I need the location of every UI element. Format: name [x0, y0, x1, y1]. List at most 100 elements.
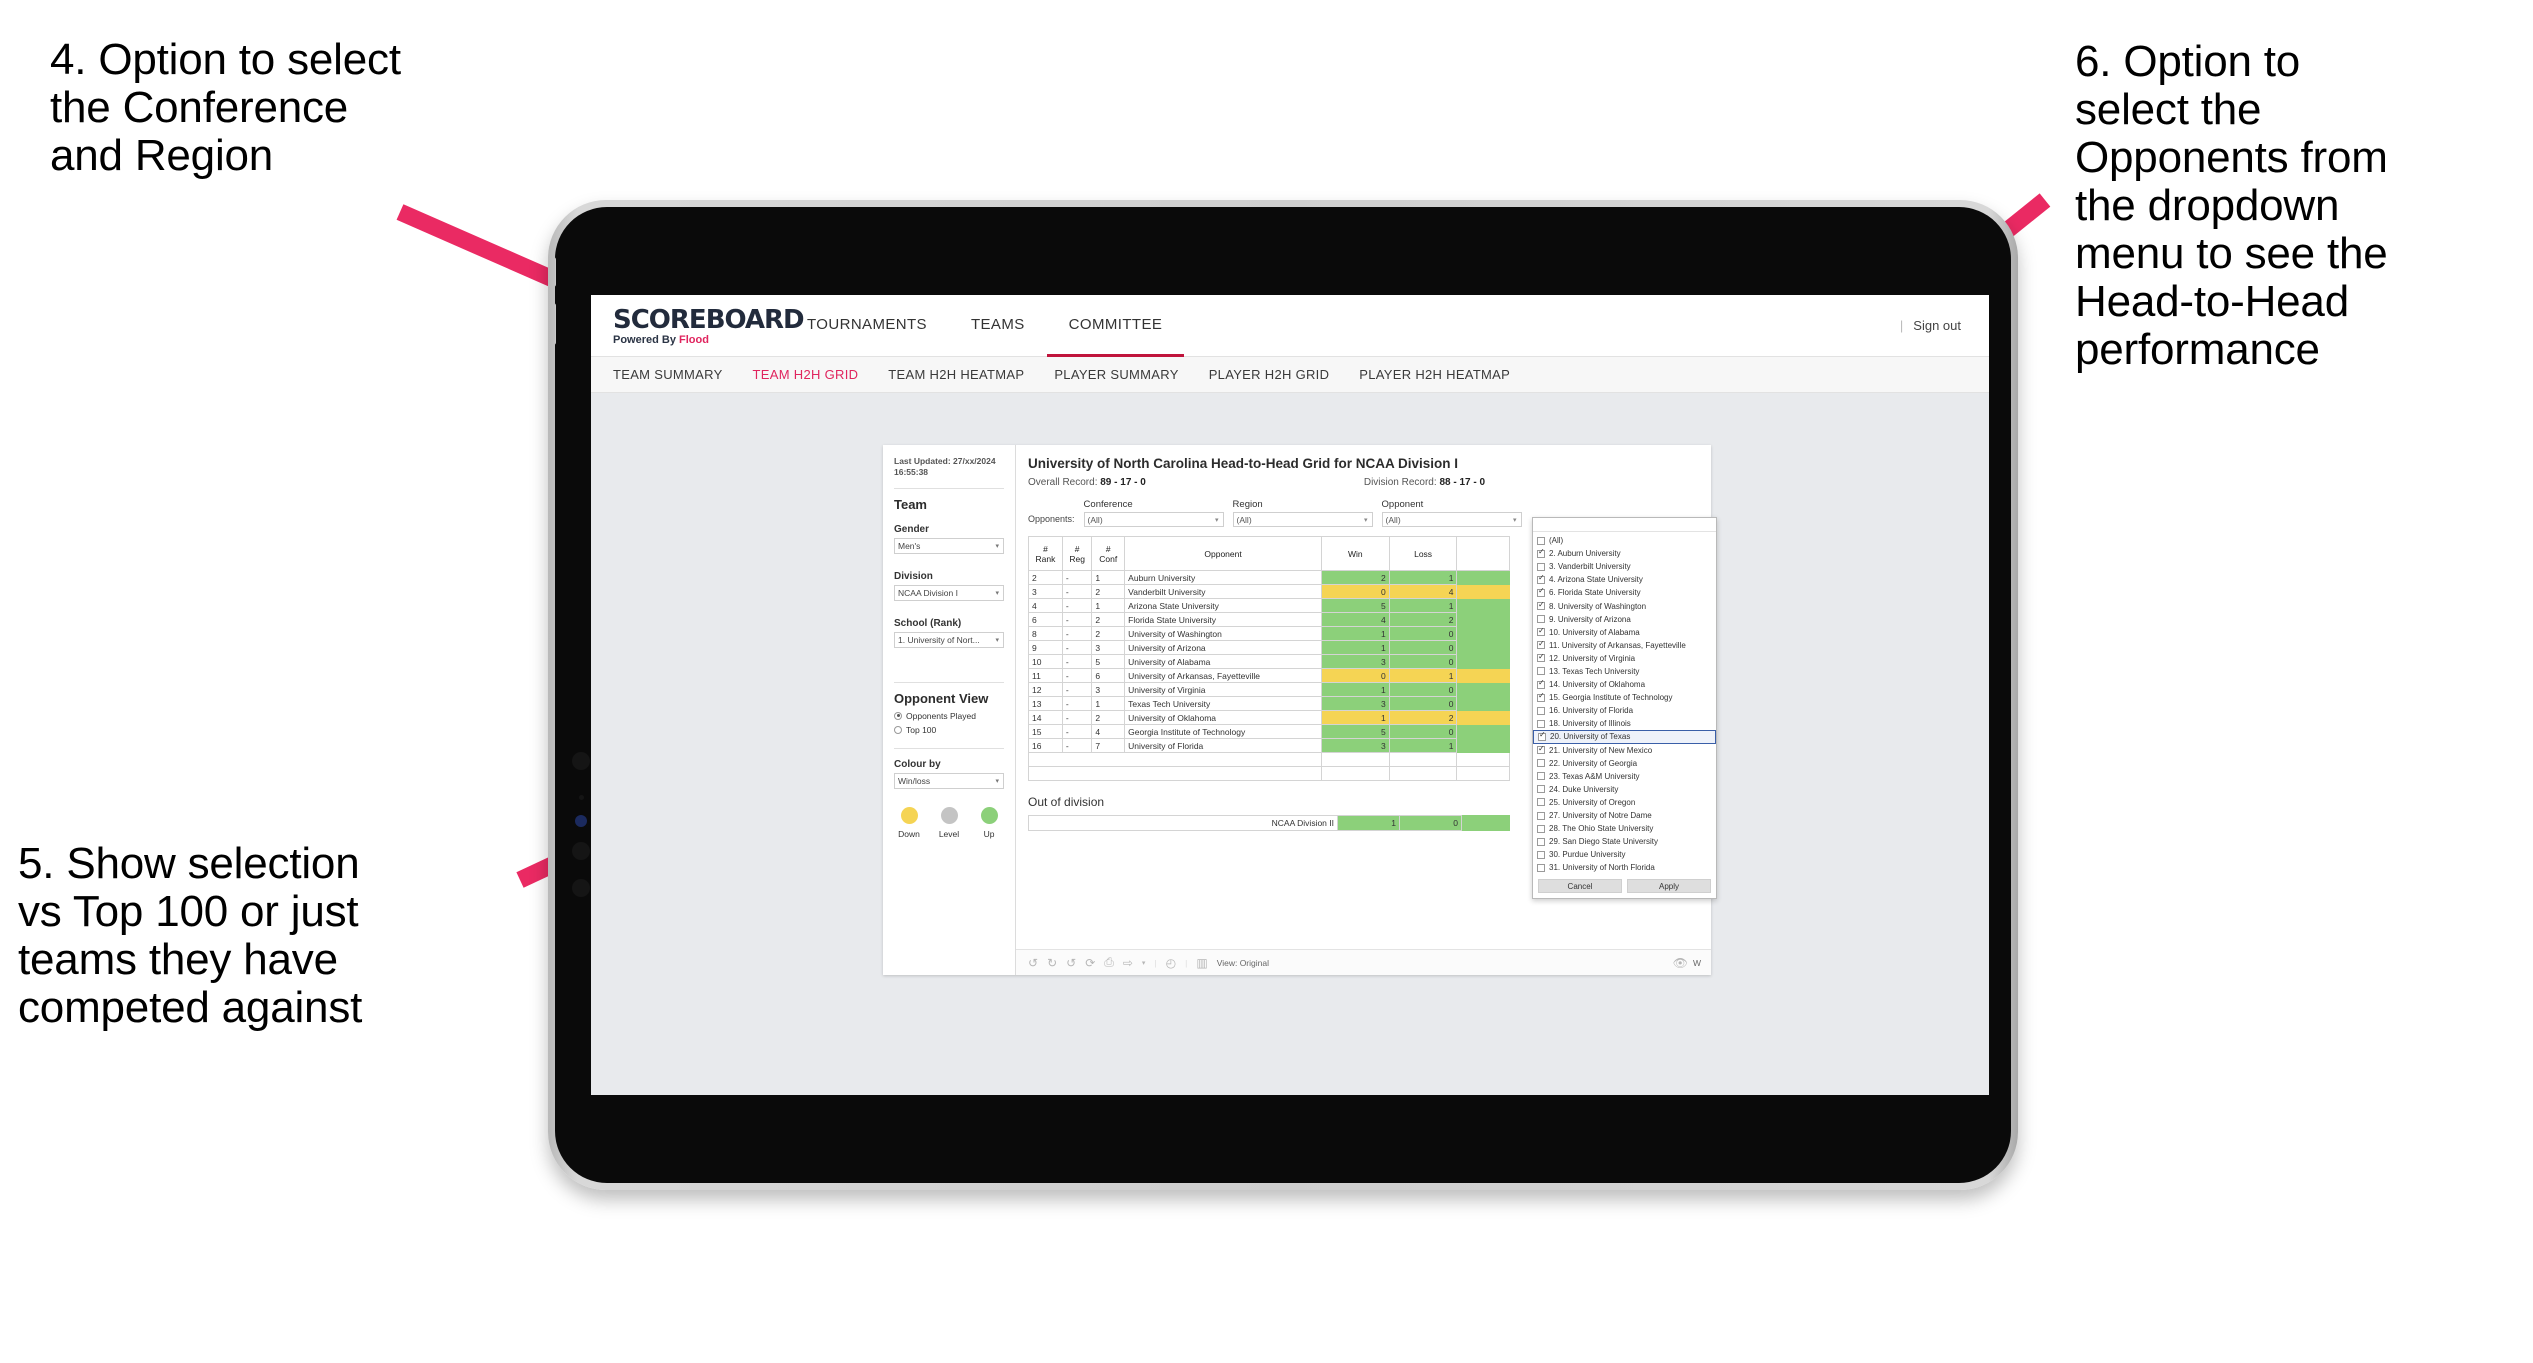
checkbox-icon[interactable] [1537, 536, 1545, 545]
gender-select[interactable]: Men's ▾ [894, 537, 1004, 554]
checkbox-icon[interactable] [1537, 587, 1545, 597]
checkbox-icon[interactable] [1537, 653, 1545, 663]
region-select[interactable]: (All) ▾ [1232, 512, 1373, 527]
opponent-option[interactable]: 22. University of Georgia [1533, 757, 1716, 770]
subnav-team-summary[interactable]: TEAM SUMMARY [613, 367, 723, 382]
apply-button[interactable]: Apply [1627, 879, 1711, 894]
opponent-option[interactable]: 31. University of North Florida [1533, 861, 1716, 874]
table-row[interactable]: 6-2 Florida State University 4 2 [1028, 612, 1510, 627]
checkbox-icon[interactable] [1537, 640, 1545, 650]
table-row[interactable]: 8-2 University of Washington 1 0 [1028, 626, 1510, 641]
opponent-option[interactable]: 6. Florida State University [1533, 586, 1716, 599]
opponent-option[interactable]: 14. University of Oklahoma [1533, 678, 1716, 691]
table-row[interactable]: 12-3 University of Virginia 1 0 [1028, 682, 1510, 697]
table-row[interactable]: 15-4 Georgia Institute of Technology 5 0 [1028, 724, 1510, 739]
view-original-label[interactable]: View: Original [1217, 958, 1269, 968]
table-row[interactable]: 9-3 University of Arizona 1 0 [1028, 640, 1510, 655]
checkbox-icon[interactable] [1537, 719, 1545, 728]
table-row[interactable]: 13-1 Texas Tech University 3 0 [1028, 696, 1510, 711]
cancel-button[interactable]: Cancel [1538, 879, 1622, 894]
opponent-option[interactable]: 23. Texas A&M University [1533, 770, 1716, 783]
undo-icon[interactable]: ↺ [1028, 956, 1038, 970]
opponent-option[interactable]: 8. University of Washington [1533, 599, 1716, 612]
subnav-player-summary[interactable]: PLAYER SUMMARY [1054, 367, 1178, 382]
checkbox-icon[interactable] [1537, 679, 1545, 689]
checkbox-icon[interactable] [1537, 601, 1545, 611]
checkbox-icon[interactable] [1537, 824, 1545, 833]
redo-icon[interactable]: ↻ [1047, 956, 1057, 970]
colour-by-select[interactable]: Win/loss ▾ [894, 772, 1004, 789]
share-icon[interactable]: ⇨ [1123, 956, 1133, 970]
opponent-option[interactable]: 3. Vanderbilt University [1533, 560, 1716, 573]
opponent-option[interactable]: 30. Purdue University [1533, 848, 1716, 861]
opponent-option[interactable]: (All) [1533, 534, 1716, 547]
refresh-icon[interactable]: ⟳ [1085, 956, 1095, 970]
checkbox-icon[interactable] [1537, 548, 1545, 558]
table-row[interactable]: 16-7 University of Florida 3 1 [1028, 738, 1510, 753]
table-row[interactable]: 3-2 Vanderbilt University 0 4 [1028, 584, 1510, 599]
opponent-option[interactable]: 24. Duke University [1533, 783, 1716, 796]
opponent-option[interactable]: 28. The Ohio State University [1533, 822, 1716, 835]
division-select[interactable]: NCAA Division I ▾ [894, 584, 1004, 601]
signout-link[interactable]: Sign out [1913, 318, 1961, 333]
eye-icon[interactable]: 👁 [1673, 956, 1688, 970]
opponent-option[interactable]: 11. University of Arkansas, Fayetteville [1533, 639, 1716, 652]
subnav-player-h2h-grid[interactable]: PLAYER H2H GRID [1209, 367, 1330, 382]
nav-teams[interactable]: TEAMS [949, 295, 1047, 357]
opponent-option[interactable]: 18. University of Illinois [1533, 717, 1716, 730]
radio-top-100[interactable]: Top 100 [894, 725, 1004, 735]
checkbox-icon[interactable] [1537, 798, 1545, 807]
checkbox-icon[interactable] [1537, 745, 1545, 755]
table-row[interactable]: 14-2 University of Oklahoma 1 2 [1028, 710, 1510, 725]
checkbox-icon[interactable] [1537, 837, 1545, 846]
opponent-option[interactable]: 9. University of Arizona [1533, 613, 1716, 626]
checkbox-icon[interactable] [1537, 615, 1545, 624]
table-row[interactable]: 2-1 Auburn University 2 1 [1028, 570, 1510, 585]
opponent-select[interactable]: (All) ▾ [1381, 512, 1522, 527]
opponent-option[interactable]: 10. University of Alabama [1533, 626, 1716, 639]
checkbox-icon[interactable] [1537, 850, 1545, 859]
checkbox-icon[interactable] [1538, 731, 1546, 741]
table-row[interactable]: 10-5 University of Alabama 3 0 [1028, 654, 1510, 669]
viz-sidebar: Last Updated: 27/xx/2024 16:55:38 Team G… [883, 445, 1016, 975]
table-row[interactable]: 11-6 University of Arkansas, Fayetteville… [1028, 668, 1510, 683]
opponent-option[interactable]: 20. University of Texas [1533, 730, 1716, 744]
opponent-search-input[interactable] [1533, 518, 1716, 532]
opponent-option[interactable]: 12. University of Virginia [1533, 652, 1716, 665]
opponent-option[interactable]: 2. Auburn University [1533, 547, 1716, 560]
conference-select[interactable]: (All) ▾ [1083, 512, 1224, 527]
revert-icon[interactable]: ↺ [1066, 956, 1076, 970]
table-row[interactable]: 4-1 Arizona State University 5 1 [1028, 598, 1510, 613]
opponent-option[interactable]: 4. Arizona State University [1533, 573, 1716, 586]
subnav-player-h2h-heatmap[interactable]: PLAYER H2H HEATMAP [1359, 367, 1510, 382]
watch-label[interactable]: W [1693, 958, 1701, 968]
checkbox-icon[interactable] [1537, 772, 1545, 781]
school-select[interactable]: 1. University of Nort... ▾ [894, 631, 1004, 648]
opponent-option[interactable]: 15. Georgia Institute of Technology [1533, 691, 1716, 704]
checkbox-icon[interactable] [1537, 759, 1545, 768]
checkbox-icon[interactable] [1537, 863, 1545, 872]
checkbox-icon[interactable] [1537, 811, 1545, 820]
checkbox-icon[interactable] [1537, 562, 1545, 571]
opponent-option[interactable]: 29. San Diego State University [1533, 835, 1716, 848]
clock-icon[interactable]: ◴ [1166, 956, 1176, 970]
opponent-option[interactable]: 27. University of Notre Dame [1533, 809, 1716, 822]
chevron-down-icon[interactable]: ▾ [1142, 959, 1146, 967]
radio-opponents-played[interactable]: Opponents Played [894, 711, 1004, 721]
checkbox-icon[interactable] [1537, 574, 1545, 584]
checkbox-icon[interactable] [1537, 667, 1545, 676]
opponent-option[interactable]: 13. Texas Tech University [1533, 665, 1716, 678]
checkbox-icon[interactable] [1537, 706, 1545, 715]
opponent-option[interactable]: 21. University of New Mexico [1533, 744, 1716, 757]
checkbox-icon[interactable] [1537, 627, 1545, 637]
checkbox-icon[interactable] [1537, 692, 1545, 702]
opponent-option-label: 22. University of Georgia [1549, 758, 1638, 768]
checkbox-icon[interactable] [1537, 785, 1545, 794]
subnav-team-h2h-heatmap[interactable]: TEAM H2H HEATMAP [888, 367, 1024, 382]
opponent-option[interactable]: 16. University of Florida [1533, 704, 1716, 717]
nav-committee[interactable]: COMMITTEE [1046, 295, 1185, 357]
pause-updates-icon[interactable]: ⎙ [1104, 955, 1114, 970]
subnav-team-h2h-grid[interactable]: TEAM H2H GRID [753, 367, 859, 382]
opponent-option[interactable]: 25. University of Oregon [1533, 796, 1716, 809]
nav-tournaments[interactable]: TOURNAMENTS [785, 295, 949, 357]
